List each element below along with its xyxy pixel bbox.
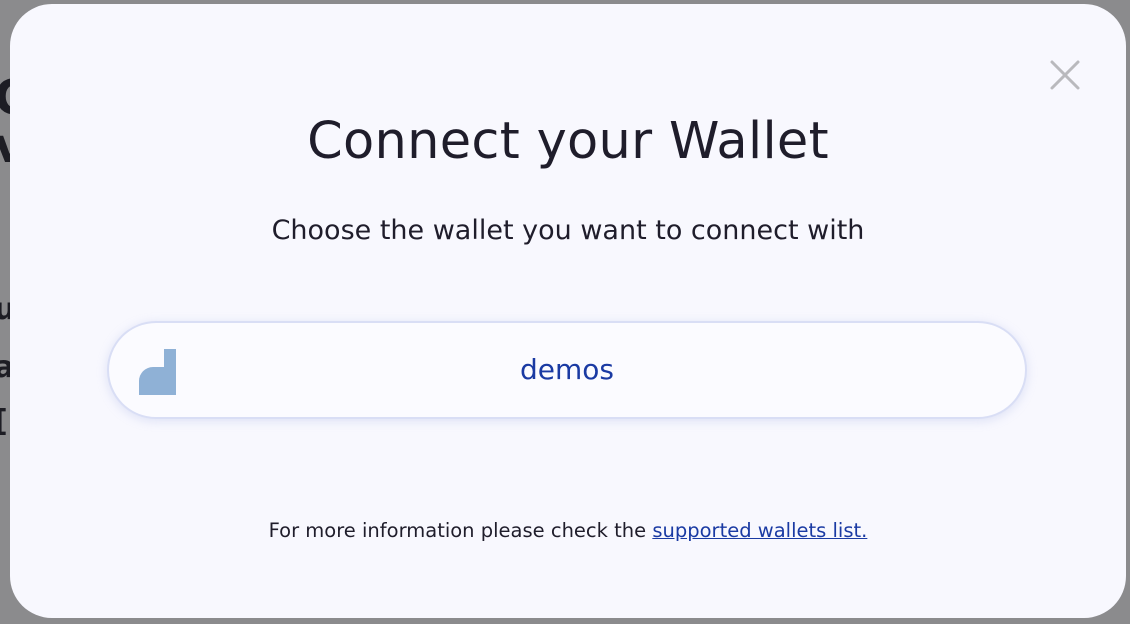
footer-text: For more information please check the: [268, 519, 653, 542]
wallet-option-demos[interactable]: demos: [107, 321, 1027, 419]
supported-wallets-link[interactable]: supported wallets list.: [652, 519, 867, 542]
wallet-name: demos: [520, 353, 614, 386]
footer-note: For more information please check the su…: [10, 519, 1126, 542]
connect-wallet-modal: Connect your Wallet Choose the wallet yo…: [10, 4, 1126, 618]
close-icon: [1050, 60, 1080, 90]
close-button[interactable]: [1048, 58, 1082, 92]
modal-title: Connect your Wallet: [307, 112, 829, 171]
modal-subtitle: Choose the wallet you want to connect wi…: [271, 215, 865, 246]
background-text-fragment: [: [0, 404, 8, 439]
